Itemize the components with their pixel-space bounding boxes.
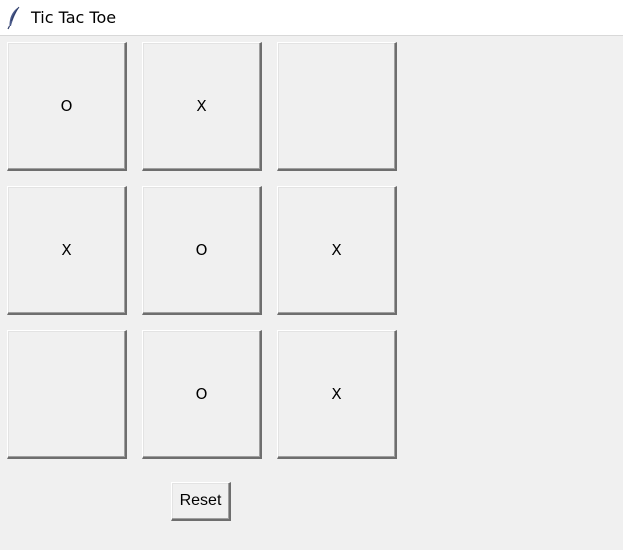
cell-mark: O xyxy=(195,240,208,259)
board-cell-2-2[interactable]: X xyxy=(277,330,397,459)
app-window: Tic Tac Toe O X X O X O X Reset xyxy=(0,0,623,550)
reset-button-label: Reset xyxy=(179,492,222,509)
board-cell-0-0[interactable]: O xyxy=(7,42,127,171)
reset-button[interactable]: Reset xyxy=(171,482,231,521)
board-cell-1-2[interactable]: X xyxy=(277,186,397,315)
board-cell-1-0[interactable]: X xyxy=(7,186,127,315)
board-cell-2-0[interactable] xyxy=(7,330,127,459)
window-title: Tic Tac Toe xyxy=(31,8,117,27)
cell-mark: O xyxy=(60,96,73,115)
cell-mark: O xyxy=(195,384,208,403)
cell-mark: X xyxy=(331,240,342,259)
cell-mark: X xyxy=(61,240,72,259)
title-bar: Tic Tac Toe xyxy=(0,0,623,36)
board-cell-2-1[interactable]: O xyxy=(142,330,262,459)
cell-mark: X xyxy=(196,96,207,115)
cell-mark: X xyxy=(331,384,342,403)
board-cell-1-1[interactable]: O xyxy=(142,186,262,315)
feather-icon xyxy=(6,6,22,30)
board-cell-0-1[interactable]: X xyxy=(142,42,262,171)
board-cell-0-2[interactable] xyxy=(277,42,397,171)
